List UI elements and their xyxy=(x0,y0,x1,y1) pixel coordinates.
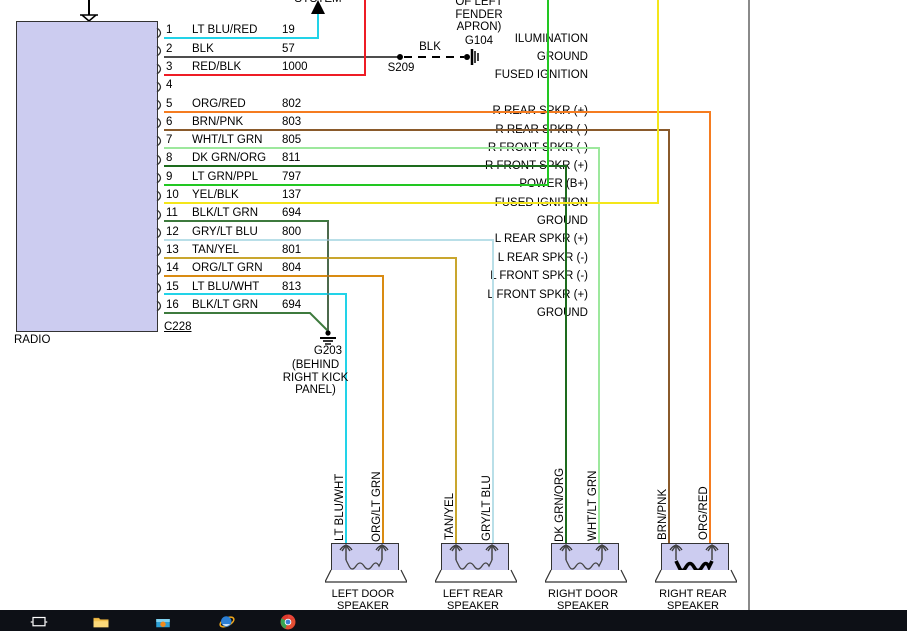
screen: RADIO C228 ILUMINATION GROUND FUSED IGNI… xyxy=(0,0,907,631)
speaker-symbol-left-rear xyxy=(435,543,517,583)
ground-symbol-g203 xyxy=(320,330,336,345)
speaker-name-right-rear: RIGHT REAR SPEAKER xyxy=(659,588,727,612)
speaker-name-right-door: RIGHT DOOR SPEAKER xyxy=(547,588,619,612)
page-divider xyxy=(748,0,750,610)
speaker-symbol-left-door xyxy=(325,543,407,583)
ground-g203-note: (BEHIND RIGHT KICK PANEL) xyxy=(282,359,349,396)
wiring-diagram: RADIO C228 ILUMINATION GROUND FUSED IGNI… xyxy=(0,0,748,612)
ground-symbol-g104 xyxy=(464,49,479,65)
speaker-symbol-right-door xyxy=(545,543,627,583)
ground-g203-label: G203 xyxy=(313,345,343,357)
taskbar[interactable] xyxy=(0,610,907,631)
splice-dot-s209 xyxy=(397,54,403,60)
vwire-label-brn-pnk: BRN/PNK xyxy=(657,488,669,540)
vwire-label-tan-yel: TAN/YEL xyxy=(444,492,456,540)
folder-icon[interactable] xyxy=(90,613,112,631)
vwire-label-wht-lt-grn: WHT/LT GRN xyxy=(587,470,599,542)
speaker-symbol-right-rear xyxy=(655,543,737,583)
windows-explorer-icon[interactable] xyxy=(28,613,50,631)
internet-explorer-icon[interactable] xyxy=(216,613,238,631)
vwire-label-org-red: ORG/RED xyxy=(698,486,710,540)
store-icon[interactable] xyxy=(152,613,174,631)
vwire-label-org-lt-grn: ORG/LT GRN xyxy=(371,471,383,543)
speaker-name-left-rear: LEFT REAR SPEAKER xyxy=(442,588,504,612)
splice-label-s209: S209 xyxy=(387,62,415,74)
vwire-label-lt-blu-wht: LT BLU/WHT xyxy=(334,473,346,541)
right-blank-pane xyxy=(750,0,907,610)
chrome-icon[interactable] xyxy=(277,613,299,631)
vwire-label-gry-lt-blu: GRY/LT BLU xyxy=(481,475,493,541)
vwire-label-dk-grn-org: DK GRN/ORG xyxy=(554,467,566,542)
ground-g104-note: OF LEFT FENDER APRON) xyxy=(455,0,503,33)
splice-wire-color-label: BLK xyxy=(419,41,441,53)
speaker-name-left-door: LEFT DOOR SPEAKER xyxy=(331,588,395,612)
system-label: SYSTEM xyxy=(278,0,358,6)
